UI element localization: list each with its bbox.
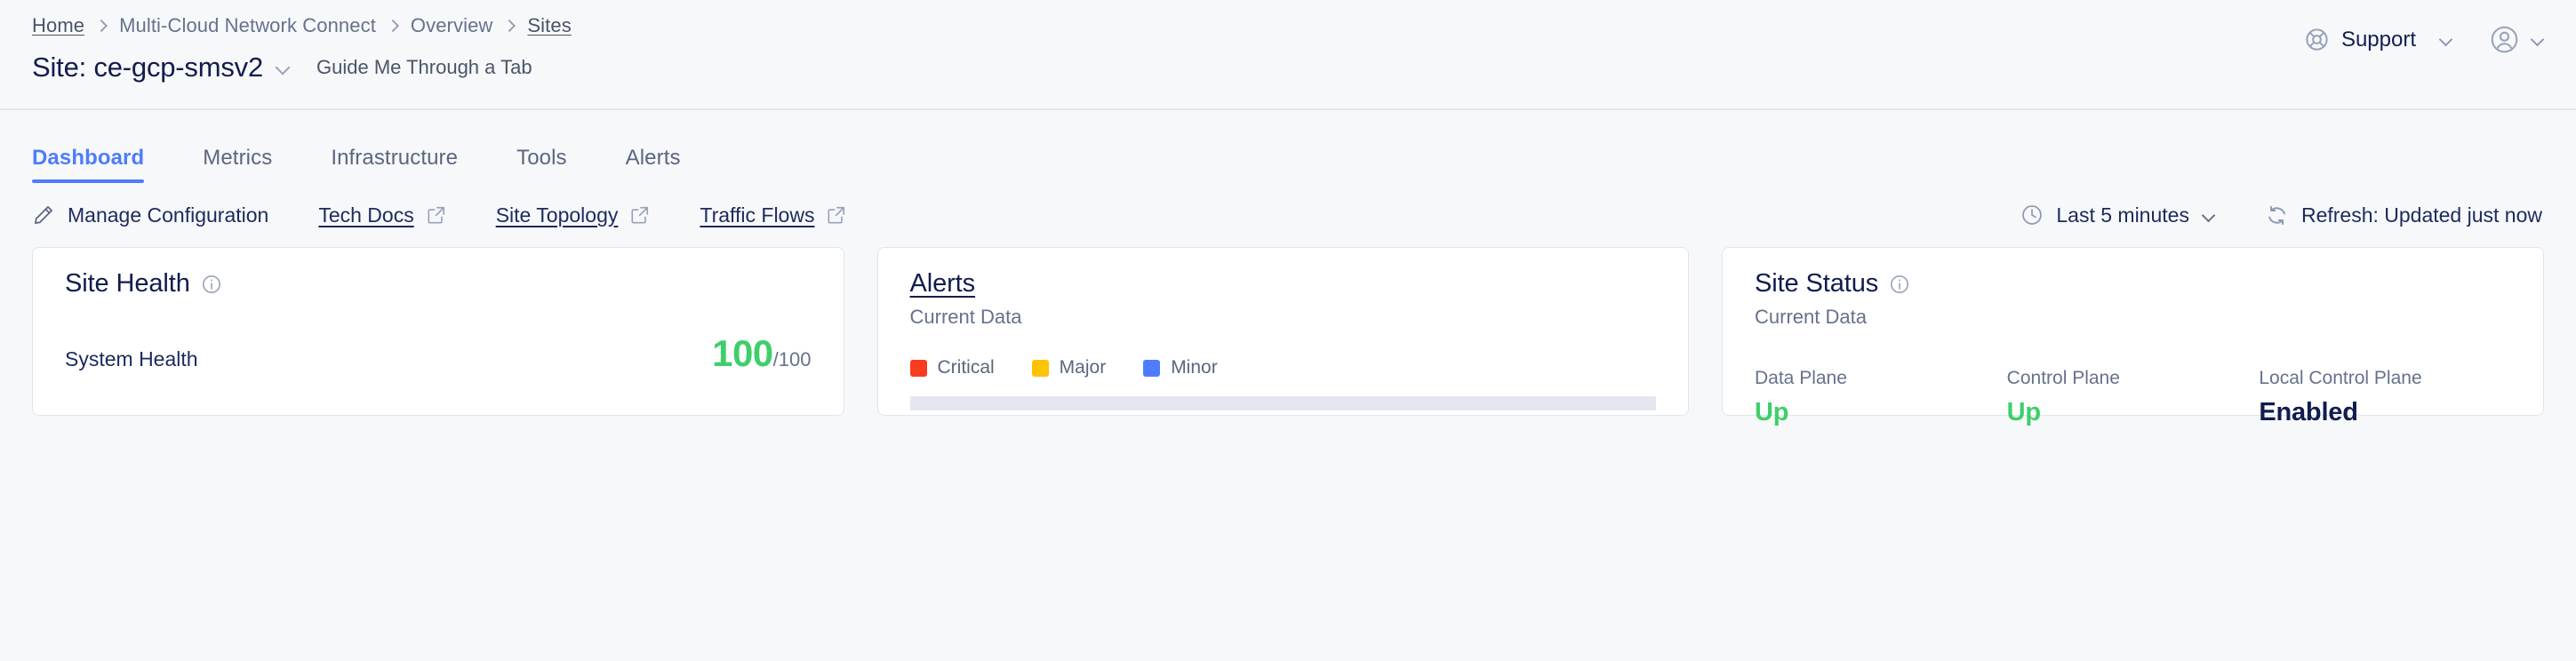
tech-docs-link[interactable]: Tech Docs: [318, 203, 445, 227]
status-value-data-plane: Up: [1755, 398, 1789, 426]
tab-dashboard[interactable]: Dashboard: [32, 146, 145, 183]
user-menu-chevron-down-icon[interactable]: [2531, 33, 2544, 46]
chevron-right-icon: [504, 20, 516, 32]
breadcrumb-item-multi-cloud-network-connect[interactable]: Multi-Cloud Network Connect: [119, 14, 376, 37]
status-label-local-control-plane: Local Control Plane: [2259, 368, 2422, 388]
status-label-control-plane: Control Plane: [2006, 368, 2120, 388]
clock-icon: [2020, 203, 2044, 227]
alerts-chart-baseline: [909, 396, 1656, 410]
support-button[interactable]: Support: [2304, 27, 2452, 52]
legend-label-minor: Minor: [1171, 357, 1218, 378]
site-status-title: Site Status: [1755, 269, 1879, 298]
system-health-score-value: 100: [712, 332, 773, 374]
manage-configuration-label: Manage Configuration: [68, 203, 269, 227]
site-status-grid: Data Plane Up Control Plane Up Local Con…: [1755, 368, 2511, 427]
info-icon[interactable]: [1889, 274, 1910, 295]
legend-item-minor[interactable]: Minor: [1143, 357, 1218, 378]
refresh-label: Refresh: Updated just now: [2300, 203, 2542, 227]
legend-label-critical: Critical: [937, 357, 995, 378]
system-health-label: System Health: [65, 347, 198, 370]
status-label-data-plane: Data Plane: [1755, 368, 1847, 388]
breadcrumb-item-sites[interactable]: Sites: [527, 14, 571, 37]
alerts-card: Alerts Current Data Critical Major Minor: [876, 247, 1689, 416]
time-range-label: Last 5 minutes: [2056, 203, 2189, 227]
time-range-selector[interactable]: Last 5 minutes: [2020, 203, 2215, 227]
breadcrumb-item-overview[interactable]: Overview: [411, 14, 493, 37]
user-menu-button[interactable]: [2490, 25, 2544, 54]
page-title: Site: ce-gcp-smsv2: [32, 52, 263, 84]
page-title-value: ce-gcp-smsv2: [93, 52, 263, 83]
tab-metrics[interactable]: Metrics: [203, 146, 272, 183]
legend-swatch-minor: [1143, 359, 1161, 377]
status-value-local-control-plane: Enabled: [2259, 398, 2358, 426]
site-health-card: Site Health System Health 100/100: [32, 247, 844, 416]
chevron-right-icon: [96, 20, 108, 32]
legend-label-major: Major: [1059, 357, 1107, 378]
traffic-flows-link[interactable]: Traffic Flows: [700, 203, 846, 227]
title-row: Site: ce-gcp-smsv2 Guide Me Through a Ta…: [32, 49, 2540, 86]
site-status-header: Site Status: [1755, 269, 2511, 299]
info-icon[interactable]: [201, 274, 222, 295]
external-link-icon: [630, 205, 650, 225]
time-range-chevron-down-icon[interactable]: [2202, 209, 2215, 222]
system-health-score: 100/100: [712, 332, 811, 375]
manage-configuration-button[interactable]: Manage Configuration: [32, 203, 268, 227]
refresh-icon: [2265, 203, 2289, 227]
guide-me-through-a-tab-link[interactable]: Guide Me Through a Tab: [316, 56, 532, 79]
alerts-legend: Critical Major Minor: [909, 357, 1657, 378]
page-header: Home Multi-Cloud Network Connect Overvie…: [0, 0, 2576, 110]
status-item-data-plane: Data Plane Up: [1755, 368, 2007, 427]
system-health-row: System Health 100/100: [65, 332, 812, 375]
alerts-header: Alerts: [910, 269, 1657, 299]
refresh-button[interactable]: Refresh: Updated just now: [2265, 203, 2542, 227]
header-actions: Support: [2304, 25, 2544, 54]
tab-infrastructure[interactable]: Infrastructure: [331, 146, 458, 183]
tab-bar: Dashboard Metrics Infrastructure Tools A…: [0, 110, 2576, 183]
site-status-subtitle: Current Data: [1755, 306, 1867, 328]
chevron-right-icon: [388, 20, 399, 32]
legend-item-major[interactable]: Major: [1031, 357, 1107, 378]
legend-swatch-major: [1031, 359, 1049, 377]
lifebuoy-icon: [2304, 27, 2330, 52]
support-chevron-down-icon[interactable]: [2439, 33, 2452, 46]
external-link-icon: [427, 205, 446, 225]
status-item-local-control-plane: Local Control Plane Enabled: [2259, 368, 2511, 427]
site-topology-link[interactable]: Site Topology: [496, 203, 651, 227]
legend-swatch-critical: [909, 359, 927, 377]
site-topology-label: Site Topology: [495, 203, 619, 227]
tab-alerts[interactable]: Alerts: [626, 146, 681, 183]
external-link-icon: [827, 205, 846, 225]
site-status-card: Site Status Current Data Data Plane Up C…: [1722, 247, 2544, 426]
support-label: Support: [2340, 27, 2416, 52]
tab-tools[interactable]: Tools: [516, 146, 567, 183]
traffic-flows-label: Traffic Flows: [700, 203, 815, 227]
action-bar: Manage Configuration Tech Docs Site Topo…: [0, 183, 2576, 247]
dashboard-page: Home Multi-Cloud Network Connect Overvie…: [0, 0, 2576, 661]
breadcrumb: Home Multi-Cloud Network Connect Overvie…: [32, 14, 2540, 37]
site-health-title: Site Health: [65, 269, 190, 298]
site-health-header: Site Health: [65, 269, 812, 299]
status-item-control-plane: Control Plane Up: [2007, 368, 2260, 427]
site-selector-chevron-down-icon[interactable]: [276, 60, 290, 75]
alerts-title-link[interactable]: Alerts: [910, 269, 976, 299]
user-avatar-icon: [2490, 25, 2519, 54]
page-title-label: Site:: [32, 52, 87, 83]
breadcrumb-item-home[interactable]: Home: [32, 14, 84, 37]
pencil-icon: [32, 203, 55, 227]
system-health-score-denominator: /100: [772, 348, 812, 370]
legend-item-critical[interactable]: Critical: [909, 357, 995, 378]
status-value-control-plane: Up: [2006, 398, 2041, 426]
tech-docs-label: Tech Docs: [318, 203, 414, 227]
dashboard-cards: Site Health System Health 100/100 Alerts…: [0, 247, 2576, 426]
alerts-subtitle: Current Data: [909, 306, 1022, 328]
